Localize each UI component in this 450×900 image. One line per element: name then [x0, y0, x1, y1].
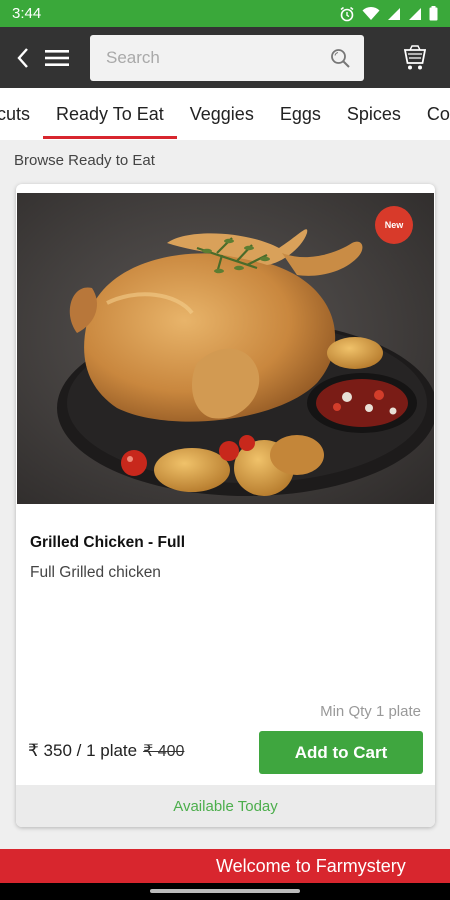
min-qty-label: Min Qty 1 plate — [320, 703, 421, 720]
app-bar — [0, 27, 450, 88]
tab-eggs[interactable]: Eggs — [267, 88, 334, 140]
search-box[interactable] — [90, 34, 364, 81]
welcome-text: Welcome to Farmystery — [216, 856, 406, 876]
product-description: Full Grilled chicken — [30, 564, 161, 581]
category-tabs: cuts Ready To Eat Veggies Eggs Spices Co… — [0, 88, 450, 140]
tab-veggies[interactable]: Veggies — [177, 88, 267, 140]
signal-icon — [409, 7, 421, 20]
product-old-price: ₹ 400 — [143, 743, 185, 760]
menu-button[interactable] — [40, 38, 74, 78]
search-icon[interactable] — [330, 48, 350, 68]
product-name: Grilled Chicken - Full — [30, 534, 186, 551]
welcome-banner: Welcome to Farmystery — [0, 849, 450, 883]
menu-icon — [45, 49, 69, 66]
section-title: Browse Ready to Eat — [14, 152, 155, 169]
battery-icon — [429, 6, 438, 21]
search-input[interactable] — [106, 47, 296, 68]
tab-ready-to-eat[interactable]: Ready To Eat — [43, 88, 177, 140]
cart-icon — [404, 44, 426, 69]
home-gesture-handle[interactable] — [150, 889, 300, 893]
product-image[interactable] — [17, 193, 434, 504]
add-to-cart-button[interactable]: Add to Cart — [259, 731, 423, 774]
back-button[interactable] — [10, 38, 36, 78]
wifi-icon — [362, 6, 380, 20]
back-icon — [17, 47, 28, 68]
tab-cuts[interactable]: cuts — [0, 88, 43, 140]
price-row: ₹ 350 / 1 plate ₹ 400 — [28, 741, 184, 761]
tab-com[interactable]: Com — [414, 88, 450, 140]
product-card[interactable]: New Grilled Chicken - Full Full Grilled … — [16, 184, 435, 827]
signal-icon — [388, 7, 400, 20]
system-nav-bar — [0, 883, 450, 900]
status-icons — [339, 6, 438, 22]
tab-spices[interactable]: Spices — [334, 88, 414, 140]
status-bar: 3:44 — [0, 0, 450, 27]
alarm-icon — [340, 6, 354, 21]
product-price: ₹ 350 / 1 plate — [28, 741, 138, 760]
new-badge: New — [375, 206, 413, 244]
availability-label: Available Today — [16, 785, 435, 827]
status-time: 3:44 — [12, 5, 42, 22]
cart-button[interactable] — [402, 43, 428, 73]
